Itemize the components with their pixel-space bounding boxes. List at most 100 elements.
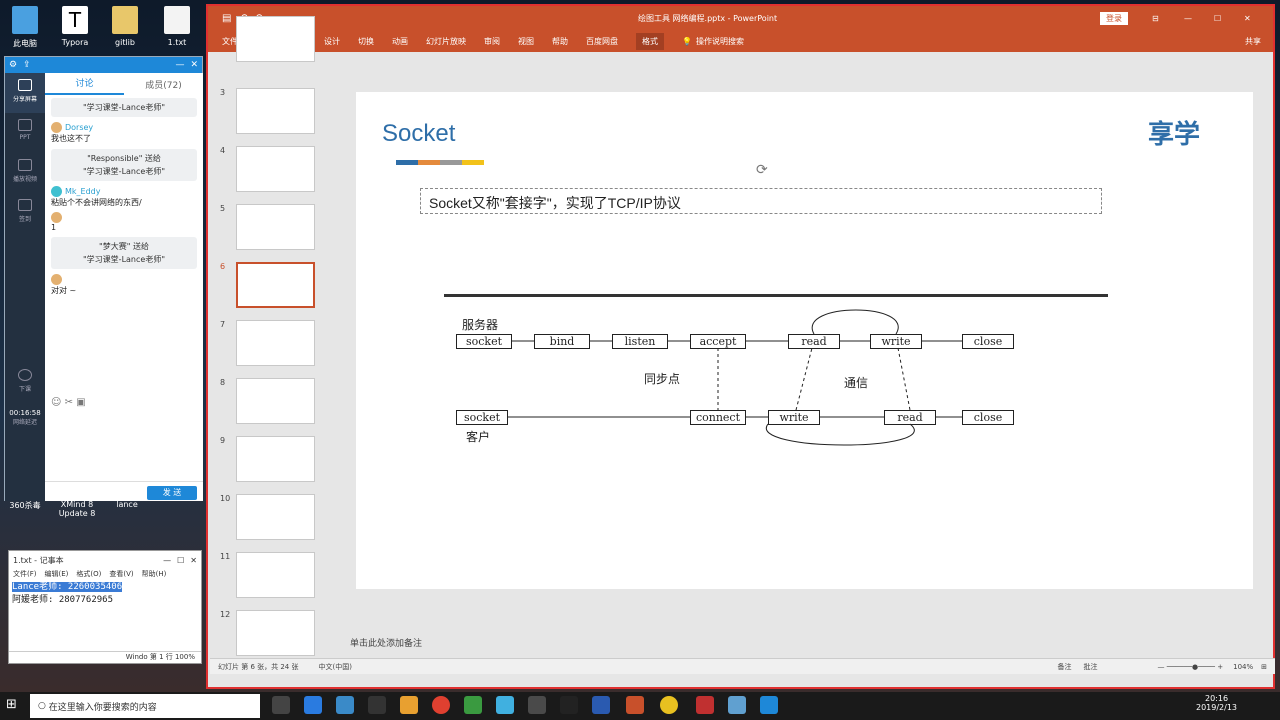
desktop-icon-lance[interactable]: lance [104, 500, 150, 509]
tab-discussion[interactable]: 讨论 [45, 73, 124, 95]
minimize-icon[interactable]: — [163, 556, 171, 565]
message-text: 1 [51, 223, 57, 232]
start-icon[interactable]: ⊞ [6, 697, 17, 712]
comments-button[interactable]: 批注 [1084, 662, 1098, 672]
menu-help[interactable]: 帮助(H) [142, 569, 167, 581]
app-icon[interactable] [528, 696, 546, 714]
notes-pane[interactable]: 单击此处添加备注 [350, 636, 422, 649]
tab-baidu[interactable]: 百度网盘 [586, 36, 618, 47]
tell-me-search[interactable]: 操作说明搜索 [696, 36, 744, 47]
thumb-slide-4[interactable]: 4 [210, 146, 326, 194]
notepad-line[interactable]: Lance老师: 2260035406 [9, 581, 201, 594]
thumb-slide-6[interactable]: 6 [210, 262, 326, 310]
maximize-icon[interactable]: ☐ [1214, 14, 1221, 23]
desktop-icon-gitlib[interactable]: gitlib [102, 6, 148, 47]
maximize-icon[interactable]: ☐ [177, 556, 184, 565]
desktop-icon-label: Typora [61, 38, 89, 47]
powerpoint-icon[interactable] [626, 696, 644, 714]
menu-view[interactable]: 查看(V) [109, 569, 133, 581]
explorer-icon[interactable] [368, 696, 386, 714]
chat-message: Dorsey 我也这不了 [45, 120, 203, 146]
tab-review[interactable]: 审阅 [484, 36, 500, 47]
thumb-slide-7[interactable]: 7 [210, 320, 326, 368]
desktop-icon-360[interactable]: 360杀毒 [2, 500, 48, 511]
app-icon[interactable] [696, 696, 714, 714]
emoji-icon[interactable]: ☺ [51, 397, 61, 408]
thumb-partial[interactable] [210, 16, 326, 64]
menu-edit[interactable]: 编辑(E) [45, 569, 69, 581]
tab-help[interactable]: 帮助 [552, 36, 568, 47]
menu-format[interactable]: 格式(O) [76, 569, 101, 581]
thumb-number: 11 [220, 552, 231, 561]
tab-design[interactable]: 设计 [324, 36, 340, 47]
avatar [51, 186, 62, 197]
thumb-slide-11[interactable]: 11 [210, 552, 326, 600]
app-icon[interactable] [592, 696, 610, 714]
minimize-icon[interactable]: — [175, 60, 184, 70]
thumb-slide-12[interactable]: 12 [210, 610, 326, 658]
slide-canvas[interactable]: Socket 享学 Socket又称"套接字"，实现了TCP/IP协议 ⟳ 服务… [356, 92, 1253, 589]
share-icon[interactable]: ⇪ [23, 60, 31, 70]
thumb-slide-10[interactable]: 10 [210, 494, 326, 542]
folder-icon[interactable] [400, 696, 418, 714]
timer: 00:16:58 [9, 409, 41, 417]
ppt-button[interactable]: PPT [5, 113, 45, 153]
terminal-icon[interactable] [560, 696, 578, 714]
message-author: Dorsey [65, 123, 94, 132]
close-icon[interactable]: ✕ [190, 556, 197, 565]
end-class-button[interactable]: 下课 [5, 363, 45, 403]
close-icon[interactable]: ✕ [1244, 14, 1251, 23]
desktop-icon-label: gitlib [115, 38, 135, 47]
send-bar: 发 送 [45, 481, 203, 501]
store-icon[interactable] [336, 696, 354, 714]
diagram-arrows [508, 309, 962, 446]
menu-file[interactable]: 文件(F) [13, 569, 37, 581]
chrome-icon[interactable] [432, 696, 450, 714]
thumb-slide-8[interactable]: 8 [210, 378, 326, 426]
sign-in-button[interactable]: 签到 [5, 193, 45, 233]
thumb-slide-5[interactable]: 5 [210, 204, 326, 252]
app-icon[interactable] [496, 696, 514, 714]
sidebtn-label: 签到 [18, 216, 31, 223]
language-status[interactable]: 中文(中国) [319, 662, 352, 672]
minimize-icon[interactable]: — [1184, 14, 1192, 23]
task-view-icon[interactable] [272, 696, 290, 714]
close-icon[interactable]: ✕ [190, 60, 198, 70]
settings-icon[interactable]: ⚙ [9, 60, 17, 70]
app-icon[interactable] [728, 696, 746, 714]
notepad-line[interactable]: 阿媛老师: 2807762965 [9, 594, 201, 607]
app-icon[interactable] [660, 696, 678, 714]
desktop-icon-typora[interactable]: T Typora [52, 6, 98, 47]
powerpoint-window: ▤ ↶ ↷ 绘图工具 网络编程.pptx - PowerPoint 登录 ⊟ —… [206, 4, 1275, 689]
desktop-icon-xmind[interactable]: XMind 8 Update 8 [52, 500, 102, 518]
tab-slideshow[interactable]: 幻灯片放映 [426, 36, 466, 47]
login-button[interactable]: 登录 [1100, 11, 1128, 25]
tab-format[interactable]: 格式 [636, 32, 664, 50]
app-icon[interactable] [760, 696, 778, 714]
desktop-icon-txt[interactable]: 1.txt [154, 6, 200, 47]
tab-members[interactable]: 成员(72) [124, 78, 203, 91]
search-box[interactable]: ○ 在这里输入你要搜索的内容 [30, 694, 260, 718]
notes-button[interactable]: 备注 [1058, 662, 1072, 672]
android-icon[interactable] [464, 696, 482, 714]
fit-icon[interactable]: ⊞ [1261, 663, 1267, 671]
thumb-number: 3 [220, 88, 226, 97]
scissors-icon[interactable]: ✂ [65, 397, 73, 408]
image-icon[interactable]: ▣ [76, 397, 85, 408]
tab-animations[interactable]: 动画 [392, 36, 408, 47]
thumb-slide-9[interactable]: 9 [210, 436, 326, 484]
play-video-button[interactable]: 播放视频 [5, 153, 45, 193]
chat-main: 讨论 成员(72) "学习课堂-Lance老师" Dorsey 我也这不了 "Re… [45, 73, 203, 501]
zoom-level[interactable]: 104% [1233, 663, 1253, 671]
share-button[interactable]: 共享 [1245, 36, 1261, 47]
tab-view[interactable]: 视图 [518, 36, 534, 47]
clock[interactable]: 20:16 2019/2/13 [1196, 694, 1237, 712]
send-button[interactable]: 发 送 [147, 486, 197, 500]
zoom-slider[interactable]: — ──────●──── + [1158, 663, 1224, 671]
desktop-icon-computer[interactable]: 此电脑 [2, 6, 48, 49]
thumb-slide-3[interactable]: 3 [210, 88, 326, 136]
share-screen-button[interactable]: 分享屏幕 [5, 73, 45, 113]
ribbon-display-icon[interactable]: ⊟ [1152, 14, 1159, 23]
edge-icon[interactable] [304, 696, 322, 714]
tab-transitions[interactable]: 切换 [358, 36, 374, 47]
